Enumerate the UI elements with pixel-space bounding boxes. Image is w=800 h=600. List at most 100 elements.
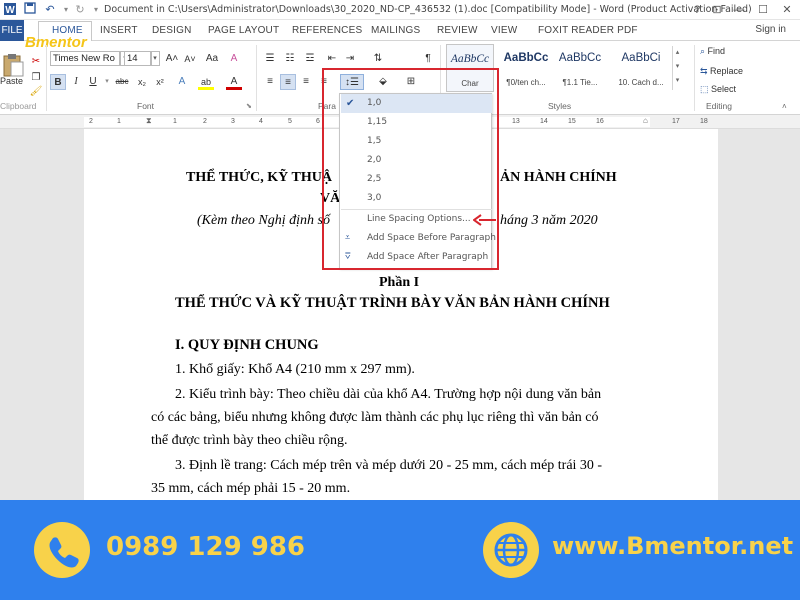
change-case-button[interactable]: Aa (204, 51, 220, 67)
tab-page-layout[interactable]: PAGE LAYOUT (208, 25, 279, 36)
font-dialog-launcher-icon[interactable]: ⬊ (246, 102, 252, 110)
help-button[interactable]: ? (686, 1, 708, 19)
style-tieu-de[interactable]: AaBbCc ¶1.1 Tie... (556, 44, 604, 92)
align-right-icon[interactable]: ≡ (298, 74, 314, 90)
clear-formatting-button[interactable]: A (226, 51, 242, 67)
ruler-number: 3 (231, 118, 235, 125)
bmentor-logo: Bmentor (25, 34, 87, 51)
numbering-icon[interactable]: ☷ (282, 51, 298, 67)
tab-foxit-reader-pdf[interactable]: FOXIT READER PDF (538, 25, 638, 36)
indent-marker-icon[interactable]: ⧗ (146, 116, 152, 126)
replace-label: Replace (710, 66, 744, 76)
cut-icon[interactable]: ✂ (28, 54, 44, 70)
tab-file[interactable]: FILE (0, 20, 24, 41)
ruler-number: 13 (512, 118, 520, 125)
svg-text:W: W (5, 5, 15, 16)
group-styles-label: Styles (548, 101, 572, 111)
text-highlight-button[interactable]: ab (198, 74, 214, 90)
increase-indent-icon[interactable]: ⇥ (342, 51, 358, 67)
doc-paragraph-1: 1. Khổ giấy: Khổ A4 (210 mm x 297 mm). (175, 362, 415, 377)
ruler-number: 4 (259, 118, 263, 125)
ruler-number: 1 (173, 118, 177, 125)
redo-icon[interactable]: ↻ (72, 2, 88, 18)
style-ten-chuong[interactable]: AaBbCc ¶0/ten ch... (502, 44, 550, 92)
title-bar: W ↶ ▾ ↻ ▾ Document in C:\Users\Administr… (0, 0, 800, 20)
text-effects-icon[interactable]: A (174, 74, 190, 90)
doc-paragraph-3-line1: 3. Định lề trang: Cách mép trên và mép d… (175, 458, 603, 473)
ruler-number: 2 (203, 118, 207, 125)
superscript-button[interactable]: x² (152, 74, 168, 90)
ruler-number: 2 (89, 118, 93, 125)
format-painter-icon[interactable]: 🖌 (28, 84, 44, 100)
ruler-number: 18 (700, 118, 708, 125)
find-icon: ⌕ (700, 46, 708, 56)
multilevel-list-icon[interactable]: ☲ (302, 51, 318, 67)
doc-subtitle-left: (Kèm theo Nghị định số (197, 213, 330, 228)
minimize-button[interactable]: — (728, 1, 750, 19)
customize-toolbar-icon[interactable]: ▾ (88, 2, 104, 18)
ruler-number: 15 (568, 118, 576, 125)
align-left-icon[interactable]: ≡ (262, 74, 278, 90)
right-indent-marker-icon[interactable]: ⌂ (643, 116, 648, 125)
tab-references[interactable]: REFERENCES (292, 25, 362, 36)
font-color-button[interactable]: A (226, 74, 242, 90)
italic-button[interactable]: I (68, 74, 84, 90)
tab-mailings[interactable]: MAILINGS (371, 25, 420, 36)
sort-icon[interactable]: ⇅ (370, 51, 386, 67)
find-label: Find (707, 46, 726, 56)
paste-button-label[interactable]: Paste (0, 76, 23, 86)
align-center-icon[interactable]: ≡ (280, 74, 296, 90)
replace-icon: ⇆ (700, 66, 711, 76)
doc-paragraph-2-line2: có các bảng, biểu nhưng không được làm t… (151, 410, 599, 425)
doc-section-title: THỂ THỨC VÀ KỸ THUẬT TRÌNH BÀY VĂN BẢN H… (175, 295, 610, 311)
bold-button[interactable]: B (50, 74, 66, 90)
window-title: Document in C:\Users\Administrator\Downl… (104, 4, 752, 15)
doc-phan-heading: Phần I (379, 275, 420, 290)
replace-button[interactable]: ⇆ Replace (700, 66, 743, 77)
word-app-icon[interactable]: W (2, 2, 18, 18)
bullets-icon[interactable]: ☰ (262, 51, 278, 67)
shrink-font-button[interactable]: A˅ (182, 51, 198, 67)
phone-icon (34, 522, 90, 578)
ruler-number: 5 (288, 118, 292, 125)
undo-icon[interactable]: ↶ (42, 2, 58, 18)
footer-phone-number[interactable]: 0989 129 986 (106, 532, 305, 562)
style-cach-danh[interactable]: AaBbCi 10. Cach d... (612, 44, 670, 92)
doc-heading-quy-dinh-chung: I. QUY ĐỊNH CHUNG (175, 337, 319, 353)
tab-insert[interactable]: INSERT (100, 25, 138, 36)
ruler-number: 1 (117, 118, 121, 125)
font-size-combo[interactable]: 14 (124, 51, 152, 66)
doc-paragraph-3-line2: 35 mm, cách mép phải 15 - 20 mm. (151, 481, 351, 496)
doc-paragraph-2-line1: 2. Kiểu trình bày: Theo chiều dài của kh… (175, 387, 602, 402)
collapse-ribbon-icon[interactable]: ˄ (782, 102, 787, 111)
select-button[interactable]: ⬚ Select (700, 84, 736, 95)
pointer-arrow-icon (472, 213, 497, 231)
decrease-indent-icon[interactable]: ⇤ (324, 51, 340, 67)
tab-design[interactable]: DESIGN (152, 25, 192, 36)
footer-website[interactable]: www.Bmentor.net (552, 532, 793, 560)
strikethrough-button[interactable]: abc (112, 74, 132, 90)
style-cach-danh-name: 10. Cach d... (618, 78, 664, 87)
style-ten-chuong-name: ¶0/ten ch... (506, 78, 546, 87)
font-name-combo[interactable]: Times New Ro (50, 51, 120, 66)
styles-scroll-icon[interactable]: ▴ ▾ ▾ (672, 46, 682, 90)
grow-font-button[interactable]: A˄ (164, 51, 180, 67)
sign-in-link[interactable]: Sign in (755, 24, 786, 35)
style-char-preview: AaBbCc (450, 53, 490, 65)
highlight-box (322, 68, 499, 270)
maximize-button[interactable]: ☐ (752, 1, 774, 19)
style-tieu-de-preview: AaBbCc (558, 52, 602, 64)
find-button[interactable]: ⌕ Find (700, 46, 725, 57)
ruler-number: 6 (316, 118, 320, 125)
close-button[interactable]: ✕ (776, 1, 798, 19)
font-size-dropdown-icon[interactable]: ▾ (150, 51, 160, 66)
group-editing-label: Editing (706, 101, 732, 111)
style-cach-danh-preview: AaBbCi (621, 52, 661, 64)
show-hide-paragraph-icon[interactable]: ¶ (420, 51, 436, 67)
subscript-button[interactable]: x₂ (134, 74, 150, 90)
paste-icon[interactable] (2, 52, 24, 78)
tab-view[interactable]: VIEW (491, 25, 517, 36)
save-icon[interactable] (22, 2, 38, 18)
tab-review[interactable]: REVIEW (437, 25, 478, 36)
ribbon-display-options-button[interactable]: ⊡ (706, 1, 728, 19)
